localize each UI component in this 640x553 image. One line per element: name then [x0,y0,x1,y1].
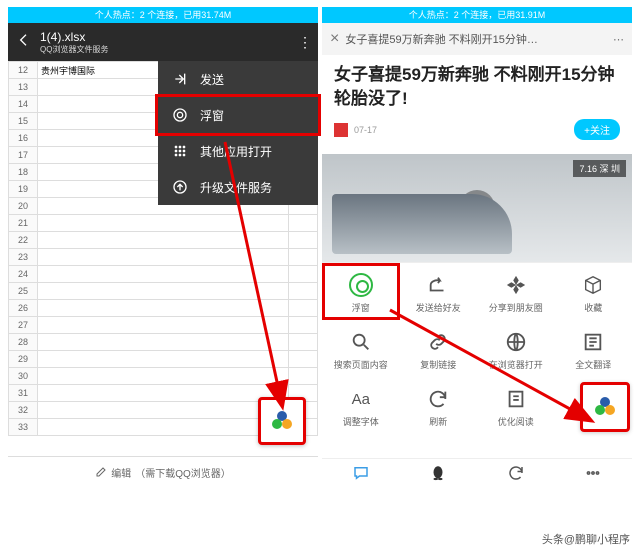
attribution: 头条@鹏聊小程序 [542,531,630,547]
share-sheet: 浮窗 发送给好友 分享到朋友圈 收藏 搜索页面内容 复制链接 在浏览器打开 全文… [322,262,632,434]
float-bubble[interactable] [258,397,306,445]
edit-bar[interactable]: 编辑 （需下载QQ浏览器） [8,456,318,487]
file-title: 1(4).xlsx [40,30,298,44]
publisher-avatar[interactable] [334,123,348,137]
font-icon: Aa [349,387,373,411]
action-refresh[interactable]: 刷新 [400,377,478,434]
file-header: 1(4).xlsx QQ浏览器文件服务 ⋮ [8,23,318,61]
edit-icon [95,466,107,478]
action-search-page[interactable]: 搜索页面内容 [322,320,400,377]
action-open-browser[interactable]: 在浏览器打开 [477,320,555,377]
back-icon[interactable] [16,32,34,53]
menu-open-other-app[interactable]: 其他应用打开 [158,133,318,169]
phone-right: 个人热点：2 个连接，已用31.91M × 女子喜提59万新奔驰 不料刚开15分… [322,7,632,487]
spreadsheet[interactable]: 12贵州宇博国际13141516171819202122232425262728… [8,61,318,487]
more-icon[interactable]: ⋮ [298,34,310,51]
video-tag: 7.16 深 圳 [573,160,626,177]
action-float-window[interactable]: 浮窗 [322,263,400,320]
status-bar: 个人热点：2 个连接，已用31.74M [8,7,318,23]
action-translate[interactable]: 全文翻译 [555,320,633,377]
action-favorite[interactable]: 收藏 [555,263,633,320]
float-window-icon [591,393,619,421]
more-icon[interactable]: ⋯ [613,33,624,46]
action-moments[interactable]: 分享到朋友圈 [477,263,555,320]
browser-icon [504,330,528,354]
moments-icon [504,273,528,297]
action-copy-link[interactable]: 复制链接 [400,320,478,377]
float-window-icon [349,273,373,297]
action-optimize-read[interactable]: 优化阅读 [477,377,555,434]
translate-icon [581,330,605,354]
file-subtitle: QQ浏览器文件服务 [40,44,298,55]
status-bar: 个人热点：2 个连接，已用31.91M [322,7,632,23]
menu-upgrade[interactable]: 升级文件服务 [158,169,318,205]
chat-icon[interactable] [352,464,370,482]
action-font-size[interactable]: Aa调整字体 [322,377,400,434]
menu-send[interactable]: 发送 [158,61,318,97]
search-icon [349,330,373,354]
cube-icon [581,273,605,297]
refresh-icon [426,387,450,411]
publish-date: 07-17 [354,125,377,135]
phone-left: 个人热点：2 个连接，已用31.74M 1(4).xlsx QQ浏览器文件服务 … [8,7,318,487]
follow-button[interactable]: +关注 [574,119,620,140]
titlebar-text: 女子喜提59万新奔驰 不料刚开15分钟… [345,31,607,47]
float-bubble[interactable] [580,382,630,432]
action-send-friend[interactable]: 发送给好友 [400,263,478,320]
share-icon [426,273,450,297]
article-headline: 女子喜提59万新奔驰 不料刚开15分钟轮胎没了! [334,63,620,111]
reader-icon [504,387,528,411]
reload-icon[interactable] [507,464,525,482]
article-titlebar: × 女子喜提59万新奔驰 不料刚开15分钟… ⋯ [322,23,632,55]
video-thumbnail[interactable]: 7.16 深 圳 [322,154,632,262]
bottom-nav [322,458,632,487]
menu-float-window[interactable]: 浮窗 [155,94,321,136]
link-icon [426,330,450,354]
qq-icon[interactable] [429,464,447,482]
close-icon[interactable]: × [330,30,339,48]
context-menu: 发送 浮窗 其他应用打开 升级文件服务 [158,61,318,205]
article: 女子喜提59万新奔驰 不料刚开15分钟轮胎没了! 07-17 +关注 [322,55,632,148]
more-nav-icon[interactable] [584,464,602,482]
float-window-icon [268,407,296,435]
